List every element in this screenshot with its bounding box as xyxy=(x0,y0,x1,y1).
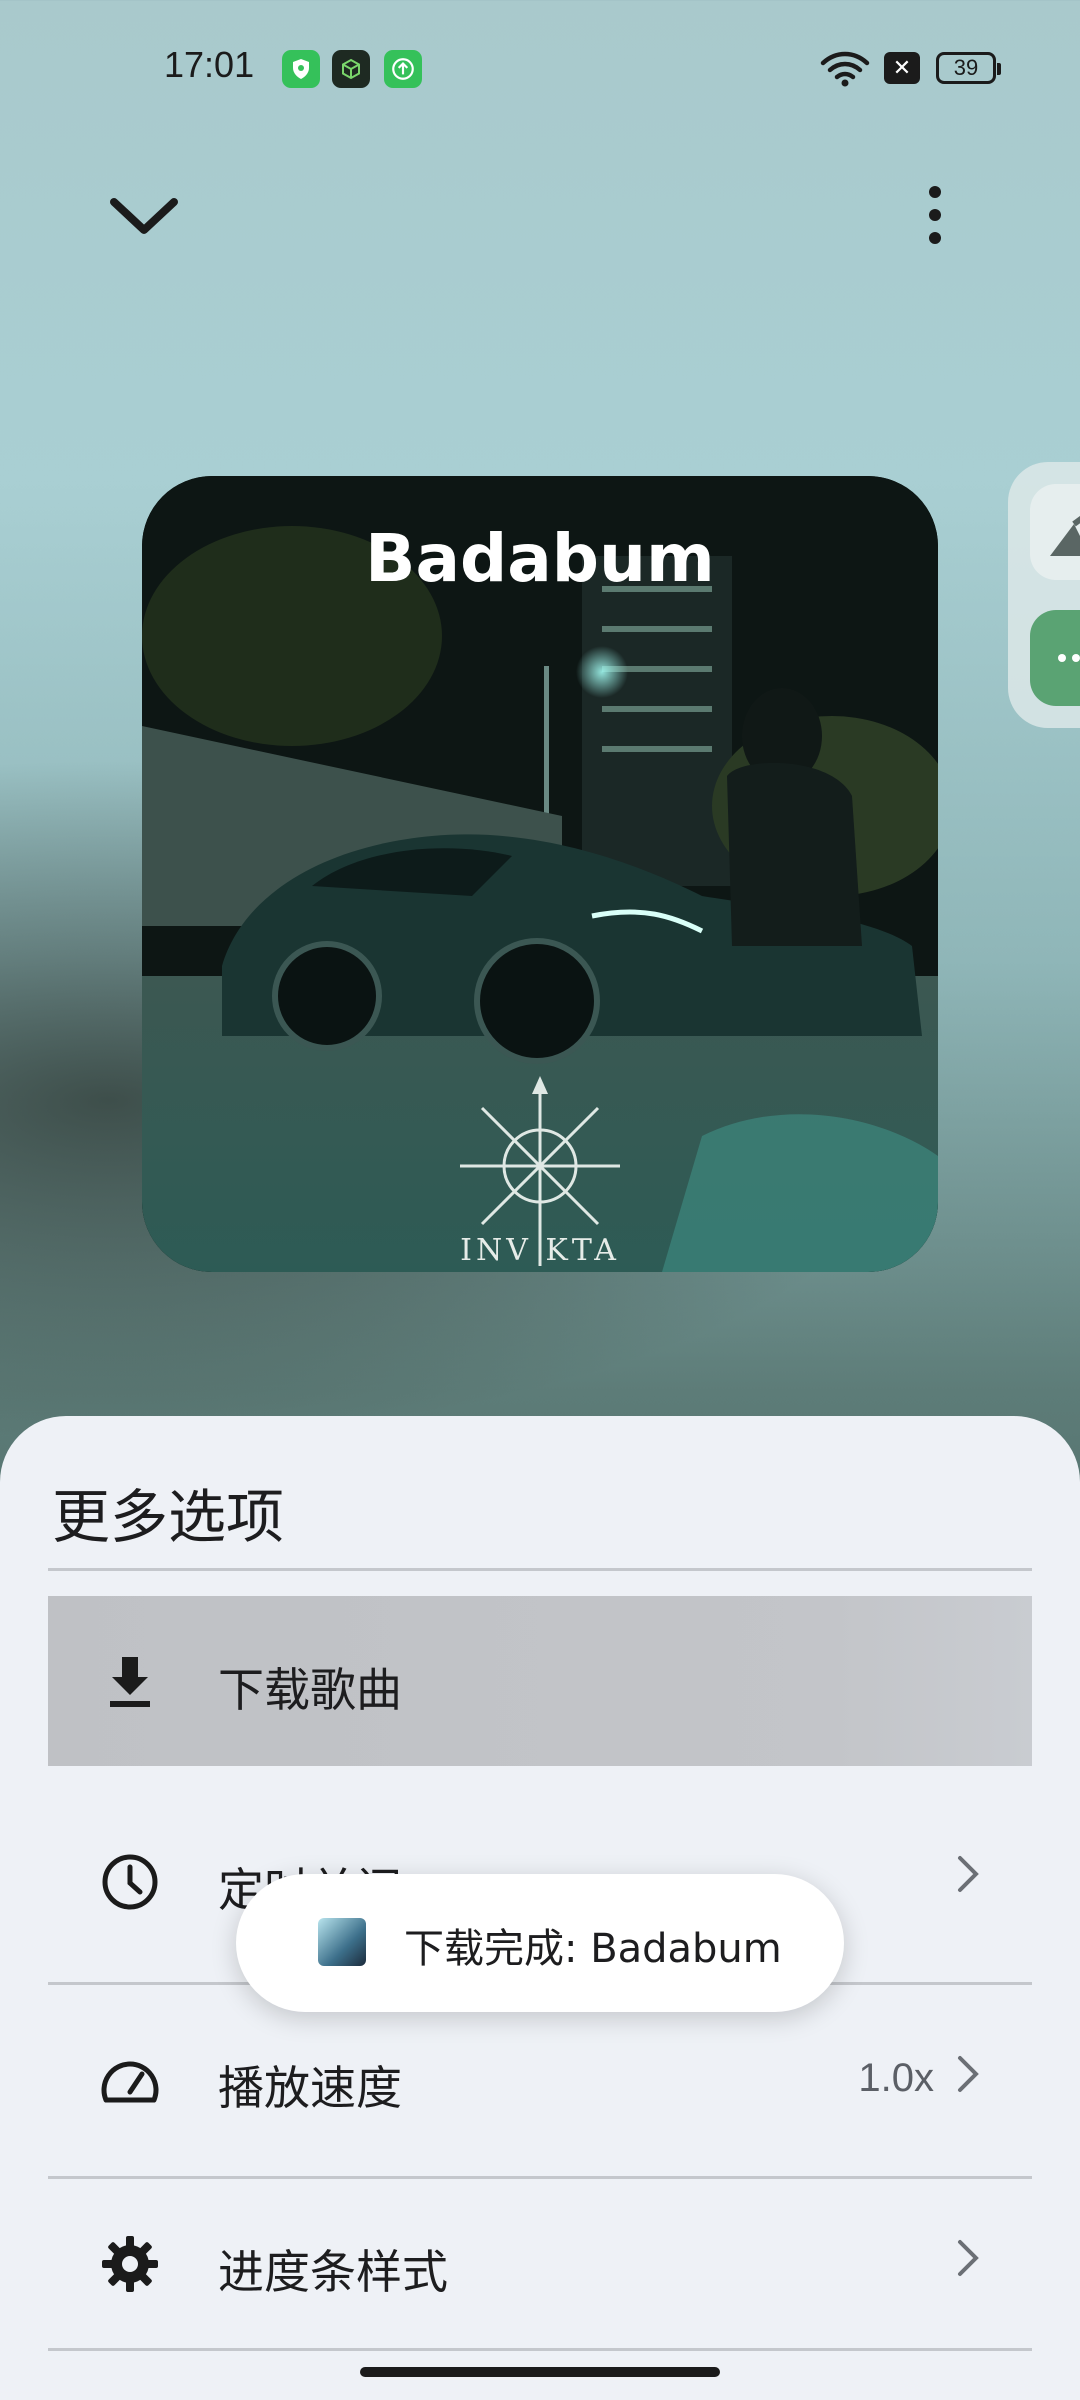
clock-icon xyxy=(102,1854,158,1910)
album-art: Badabum INV KTA xyxy=(142,476,938,1272)
menu-item-label: 进度条样式 xyxy=(218,2245,448,2299)
close-notification-icon: ✕ xyxy=(884,52,920,84)
chevron-right-icon xyxy=(958,1856,979,1892)
menu-item-playback-speed[interactable]: 播放速度 1.0x xyxy=(48,1988,1032,2178)
chevron-down-icon[interactable] xyxy=(104,180,184,250)
app-avatar-icon xyxy=(318,1918,366,1966)
album-title: Badabum xyxy=(365,520,715,597)
divider xyxy=(48,2176,1032,2179)
download-complete-toast: 下载完成: Badabum xyxy=(236,1874,844,2012)
chevron-right-icon xyxy=(958,2056,979,2092)
menu-item-download[interactable]: 下载歌曲 xyxy=(48,1596,1032,1766)
more-horizontal-icon xyxy=(1058,654,1080,662)
chevron-right-icon xyxy=(958,2240,979,2276)
menu-item-label: 下载歌曲 xyxy=(218,1663,402,1717)
status-bar: 17:01 ✕ 39 xyxy=(0,0,1080,140)
playback-speed-value: 1.0x xyxy=(858,2056,934,2100)
speedometer-icon xyxy=(101,2061,159,2103)
more-vertical-icon[interactable] xyxy=(905,180,965,250)
divider xyxy=(48,1568,1032,1571)
divider xyxy=(48,2348,1032,2351)
side-panel-more-button[interactable] xyxy=(1030,610,1080,706)
sheet-title: 更多选项 xyxy=(52,1483,285,1551)
battery-indicator: 39 xyxy=(936,52,1001,84)
side-panel-image-button[interactable] xyxy=(1030,484,1080,580)
download-icon xyxy=(110,1657,150,1707)
cube-app-icon xyxy=(332,50,370,88)
home-indicator[interactable] xyxy=(360,2367,720,2377)
status-time: 17:01 xyxy=(164,44,255,85)
shield-app-icon xyxy=(282,50,320,88)
menu-item-label: 播放速度 xyxy=(218,2061,402,2115)
toast-message: 下载完成: Badabum xyxy=(404,1926,782,1972)
album-logo-text: INV KTA xyxy=(460,1233,620,1268)
gear-icon xyxy=(102,2236,158,2292)
menu-item-progress-style[interactable]: 进度条样式 xyxy=(48,2180,1032,2350)
upload-app-icon xyxy=(384,50,422,88)
wifi-icon xyxy=(820,51,870,87)
battery-level: 39 xyxy=(953,55,979,80)
image-icon xyxy=(1050,515,1080,556)
